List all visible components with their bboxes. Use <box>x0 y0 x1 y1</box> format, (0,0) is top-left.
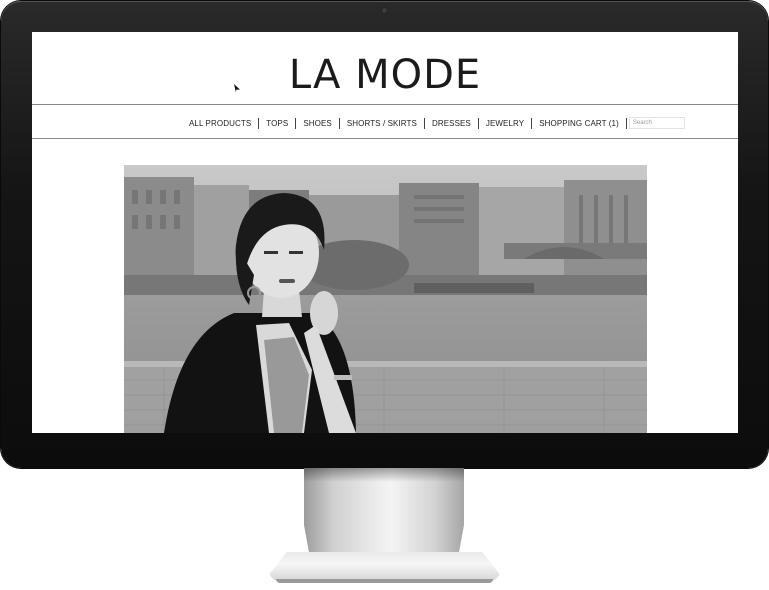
nav-divider-bottom <box>32 138 738 139</box>
monitor-stand-base <box>268 552 501 582</box>
site-logo[interactable]: LA MODE <box>32 52 738 98</box>
nav-item-shoes[interactable]: Shoes <box>296 119 339 128</box>
main-nav: All Products Tops Shoes Shorts / Skirts … <box>182 116 685 130</box>
nav-item-tops[interactable]: Tops <box>259 119 295 128</box>
stand-shadow <box>304 468 464 482</box>
nav-divider-top <box>32 104 738 105</box>
hero-photo <box>124 165 647 433</box>
camera-dot <box>382 8 387 13</box>
screen: LA MODE All Products Tops Shoes Shorts /… <box>32 32 738 433</box>
nav-item-jewelry[interactable]: Jewelry <box>479 119 531 128</box>
nav-item-dresses[interactable]: Dresses <box>425 119 478 128</box>
monitor-bezel: LA MODE All Products Tops Shoes Shorts /… <box>1 1 768 468</box>
nav-item-all-products[interactable]: All Products <box>182 119 258 128</box>
search-input[interactable]: Search <box>628 117 685 129</box>
hero-image[interactable] <box>124 165 647 433</box>
nav-separator <box>625 117 627 129</box>
nav-item-shopping-cart[interactable]: Shopping Cart (1) <box>532 119 626 128</box>
stand-base-edge <box>276 579 493 583</box>
nav-item-shorts-skirts[interactable]: Shorts / Skirts <box>340 119 424 128</box>
